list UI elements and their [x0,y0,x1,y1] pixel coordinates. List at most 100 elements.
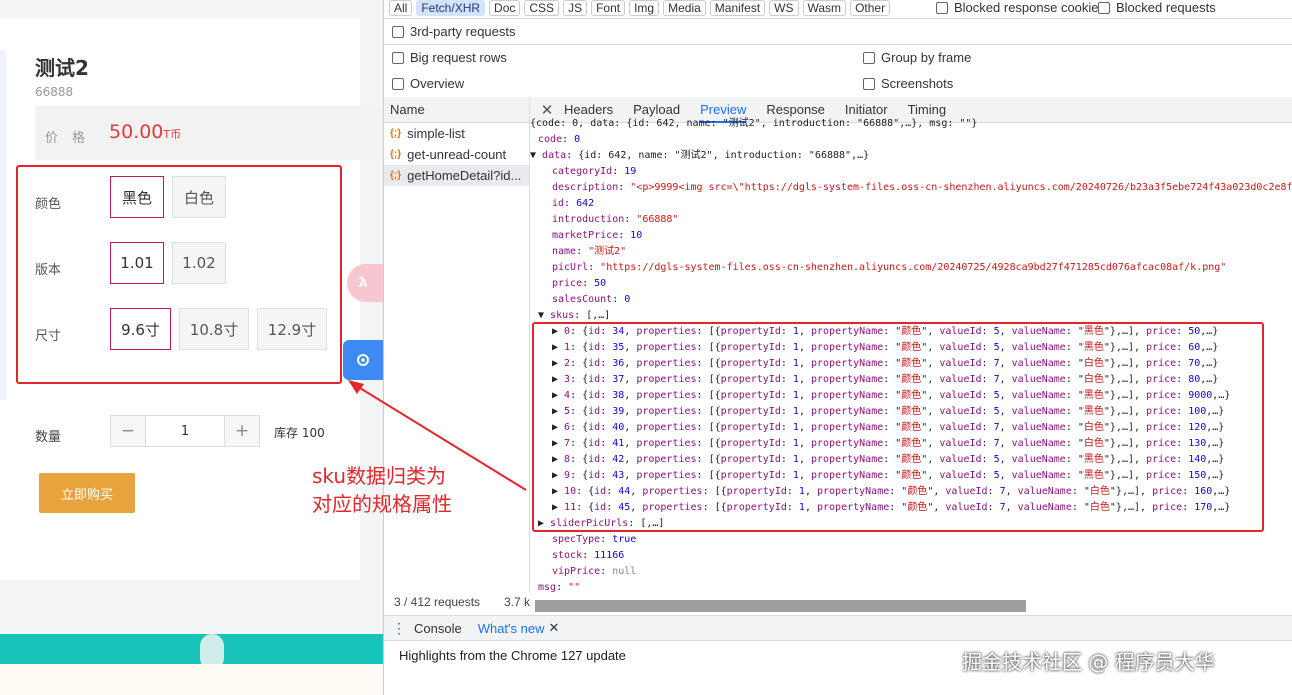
checkbox-label: Screenshots [881,76,954,91]
price-label: 价格 [45,131,100,146]
checkbox-box[interactable] [936,1,948,14]
filter-manifest[interactable]: Manifest [709,0,766,16]
spec-option-black[interactable]: 黑色 [110,176,164,218]
checkbox-box[interactable] [863,51,875,64]
request-item[interactable]: {;} get-unread-count [384,144,529,165]
fetch-icon: {;} [390,170,402,181]
translate-icon[interactable]: A [347,264,383,302]
spec-label-size: 尺寸 [35,329,62,344]
checkbox-box[interactable] [392,25,404,38]
quantity-label: 数量 [35,430,62,445]
checkbox-box[interactable] [392,77,404,90]
fetch-icon: {;} [390,149,402,160]
drawer-tabs: ⋮ Console What's new ✕ [384,615,1292,641]
checkbox-box[interactable] [863,77,875,90]
price-unit: T币 [163,128,182,141]
checkbox-overview[interactable]: Overview [392,76,464,91]
json-line[interactable]: description: "<p>9999<img src=\"https://… [552,180,1292,196]
quantity-input[interactable]: 1 [145,416,225,446]
checkbox-label: 3rd-party requests [410,24,516,39]
json-line[interactable]: specType: true [552,532,636,548]
json-line[interactable]: msg: "" [538,580,580,592]
filter-img[interactable]: Img [629,0,660,16]
annotation-line: 对应的规格属性 [312,492,452,516]
filter-other[interactable]: Other [850,0,891,16]
checkbox-label: Overview [410,76,465,91]
checkbox-big-rows[interactable]: Big request rows [392,50,507,65]
spec-option-1-01[interactable]: 1.01 [110,242,164,284]
request-count: 3 / 412 requests [394,595,481,609]
checkbox-blocked-requests[interactable]: Blocked requests [1098,0,1216,15]
filter-fetchxhr[interactable]: Fetch/XHR [416,0,486,16]
spec-label-version: 版本 [35,263,62,278]
checkbox-box[interactable] [392,51,404,64]
json-line[interactable]: {code: 0, data: {id: 642, name: "测试2", i… [530,116,977,132]
spec-option-12-9[interactable]: 12.9寸 [257,308,327,350]
screenshot-root: 测试2 66888 价格 50.00T币 颜色 黑色 白色 版本 1.01 1.… [0,0,1292,695]
json-line[interactable]: salesCount: 0 [552,292,630,308]
skus-highlight-box [532,322,1264,532]
tab-whats-new[interactable]: What's new [478,621,545,636]
close-icon[interactable]: ✕ [549,620,560,636]
svg-text:A: A [359,277,368,290]
price-value: 50.00T币 [109,121,181,143]
checkbox-box[interactable] [1098,1,1110,14]
filter-css[interactable]: CSS [524,0,560,16]
quantity-stepper: − 1 + [110,415,260,447]
whats-new-highlight: Highlights from the Chrome 127 update [399,648,626,663]
json-line[interactable]: vipPrice: null [552,564,636,580]
filter-js[interactable]: JS [563,0,588,16]
json-line[interactable]: price: 50 [552,276,606,292]
json-line[interactable]: picUrl: "https://dgls-system-files.oss-c… [552,260,1226,276]
json-line[interactable]: id: 642 [552,196,594,212]
decrement-button[interactable]: − [111,416,145,446]
filter-wasm[interactable]: Wasm [802,0,847,16]
filter-doc[interactable]: Doc [489,0,521,16]
json-line[interactable]: introduction: "66888" [552,212,678,228]
filter-ws[interactable]: WS [769,0,799,16]
increment-button[interactable]: + [225,416,259,446]
spec-option-1-02[interactable]: 1.02 [172,242,226,284]
checkbox-screenshots[interactable]: Screenshots [863,76,953,91]
buy-now-button[interactable]: 立即购买 [39,473,135,513]
spec-option-9-6[interactable]: 9.6寸 [110,308,171,350]
annotation-line: sku数据归类为 [312,464,447,488]
request-name: getHomeDetail?id... [407,168,522,183]
json-line[interactable]: code: 0 [538,132,580,148]
spec-option-white[interactable]: 白色 [172,176,226,218]
card-edge [0,50,6,400]
horizontal-scrollbar[interactable] [535,600,1026,612]
product-subtitle: 66888 [35,85,74,99]
checkbox-group-frame[interactable]: Group by frame [863,50,971,65]
request-item-selected[interactable]: {;} getHomeDetail?id... [384,165,529,186]
json-line[interactable]: marketPrice: 10 [552,228,642,244]
checkbox-blocked-cookies[interactable]: Blocked response cookies [936,0,1105,15]
product-title: 测试2 [35,56,89,80]
filter-font[interactable]: Font [591,0,626,16]
json-line[interactable]: ▼ data: {id: 642, name: "测试2", introduct… [530,148,869,164]
tab-console[interactable]: Console [414,621,462,636]
checkbox-label: Blocked response cookies [954,0,1106,15]
footer-banner [0,634,383,670]
name-column-header[interactable]: Name [384,97,529,123]
more-icon[interactable]: ⋮ [384,620,414,637]
request-item[interactable]: {;} simple-list [384,123,529,144]
price-number: 50.00 [109,121,164,143]
checkbox-label: Big request rows [410,50,507,65]
divider [384,44,1292,45]
json-line[interactable]: categoryId: 19 [552,164,636,180]
footer-strip [0,664,383,695]
spec-option-10-8[interactable]: 10.8寸 [179,308,249,350]
filter-all[interactable]: All [389,0,413,16]
checkbox-label: Blocked requests [1116,0,1216,15]
checkbox-third-party[interactable]: 3rd-party requests [392,24,516,39]
request-name: get-unread-count [407,147,507,162]
gear-icon[interactable] [343,340,383,380]
filter-media[interactable]: Media [663,0,706,16]
json-line[interactable]: stock: 11166 [552,548,624,564]
checkbox-label: Group by frame [881,50,972,65]
spec-label-color: 颜色 [35,197,62,212]
watermark: 掘金技术社区 @ 程序员大华 [962,650,1215,674]
annotation-text: sku数据归类为 对应的规格属性 [312,462,452,518]
json-line[interactable]: name: "测试2" [552,244,626,260]
